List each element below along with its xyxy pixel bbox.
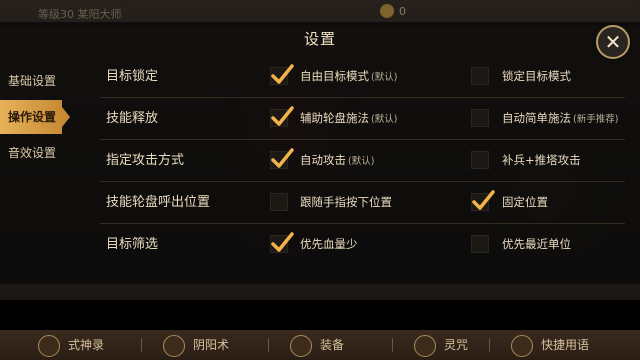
option-label[interactable]: 锁定目标模式 [502, 56, 573, 97]
sidebar-item-basic-settings[interactable]: 基础设置 [0, 64, 64, 98]
coin-count: 0 [399, 5, 406, 18]
nav-icon [414, 334, 436, 357]
settings-row: 技能释放 辅助轮盘施法 (默认) 自动简单施法 (新手推荐) [100, 98, 625, 140]
sidebar-item-control-settings[interactable]: 操作设置 [0, 100, 70, 134]
nav-divider [392, 338, 393, 352]
option-label[interactable]: 自动简单施法 (新手推荐) [502, 98, 618, 139]
nav-divider [489, 338, 490, 352]
option-checkbox[interactable] [471, 67, 489, 85]
option-checkbox[interactable] [471, 235, 489, 253]
bottom-nav-item[interactable]: 式神录 [38, 334, 104, 357]
option-checkbox[interactable] [471, 109, 489, 127]
bottom-nav-item[interactable]: 装备 [290, 334, 344, 357]
option-label[interactable]: 优先血量少 [300, 224, 360, 265]
option-checkbox[interactable] [270, 106, 294, 127]
settings-row: 技能轮盘呼出位置 跟随手指按下位置 固定位置 [100, 182, 625, 224]
settings-panel: 设置 ✕ 基础设置 操作设置 音效设置 目标锁定 自由目标模式 (默认) 锁定目标模式… [0, 22, 640, 284]
option-label[interactable]: 辅助轮盘施法 (默认) [300, 98, 397, 139]
sidebar-item-sound-settings[interactable]: 音效设置 [0, 136, 64, 170]
settings-row: 指定攻击方式 自动攻击 (默认) 补兵+推塔攻击 [100, 140, 625, 182]
option-checkbox[interactable] [471, 190, 495, 211]
option-tag: (默认) [371, 72, 398, 83]
nav-icon [290, 334, 312, 357]
coin-icon [380, 4, 394, 18]
nav-icon [163, 334, 185, 357]
game-screen: 等级30 某阳大师 0 设置 ✕ 基础设置 操作设置 音效设置 目标锁定 自由目标… [0, 0, 640, 360]
bottom-nav-item[interactable]: 灵咒 [414, 334, 468, 357]
option-tag: (默认) [371, 114, 398, 125]
option-label[interactable]: 跟随手指按下位置 [300, 182, 394, 223]
nav-icon [38, 334, 60, 357]
option-label[interactable]: 自由目标模式 (默认) [300, 56, 397, 97]
setting-label: 技能释放 [106, 111, 159, 126]
settings-row: 目标锁定 自由目标模式 (默认) 锁定目标模式 [100, 56, 625, 98]
option-label[interactable]: 优先最近单位 [502, 224, 573, 265]
player-level-text: 等级30 某阳大师 [38, 8, 122, 21]
option-checkbox[interactable] [270, 193, 288, 211]
nav-divider [141, 338, 142, 352]
option-tag: (新手推荐) [573, 114, 619, 125]
option-checkbox[interactable] [471, 151, 489, 169]
setting-label: 技能轮盘呼出位置 [106, 195, 211, 210]
nav-icon [511, 334, 533, 357]
close-button[interactable]: ✕ [596, 25, 630, 59]
option-tag: (默认) [348, 156, 375, 167]
option-label[interactable]: 自动攻击 (默认) [300, 140, 374, 181]
nav-divider [268, 338, 269, 352]
option-checkbox[interactable] [270, 148, 294, 169]
option-checkbox[interactable] [270, 232, 294, 253]
bottom-nav-item[interactable]: 快捷用语 [511, 334, 589, 357]
settings-row: 目标筛选 优先血量少 优先最近单位 [100, 224, 625, 265]
settings-sidebar: 基础设置 操作设置 音效设置 [0, 64, 70, 170]
option-label[interactable]: 补兵+推塔攻击 [502, 140, 583, 181]
close-icon: ✕ [604, 30, 622, 54]
option-checkbox[interactable] [270, 64, 294, 85]
setting-label: 目标筛选 [106, 237, 159, 252]
option-label[interactable]: 固定位置 [502, 182, 550, 223]
panel-title: 设置 [303, 30, 336, 48]
setting-label: 目标锁定 [106, 69, 159, 84]
bottom-nav-bar: 式神录 阴阳术 装备 灵咒 快捷用语 [0, 330, 640, 360]
bottom-nav-item[interactable]: 阴阳术 [163, 334, 229, 357]
setting-label: 指定攻击方式 [106, 153, 185, 168]
settings-rows: 目标锁定 自由目标模式 (默认) 锁定目标模式技能释放 辅助轮盘施法 (默认) 自动简单施法… [100, 56, 625, 265]
